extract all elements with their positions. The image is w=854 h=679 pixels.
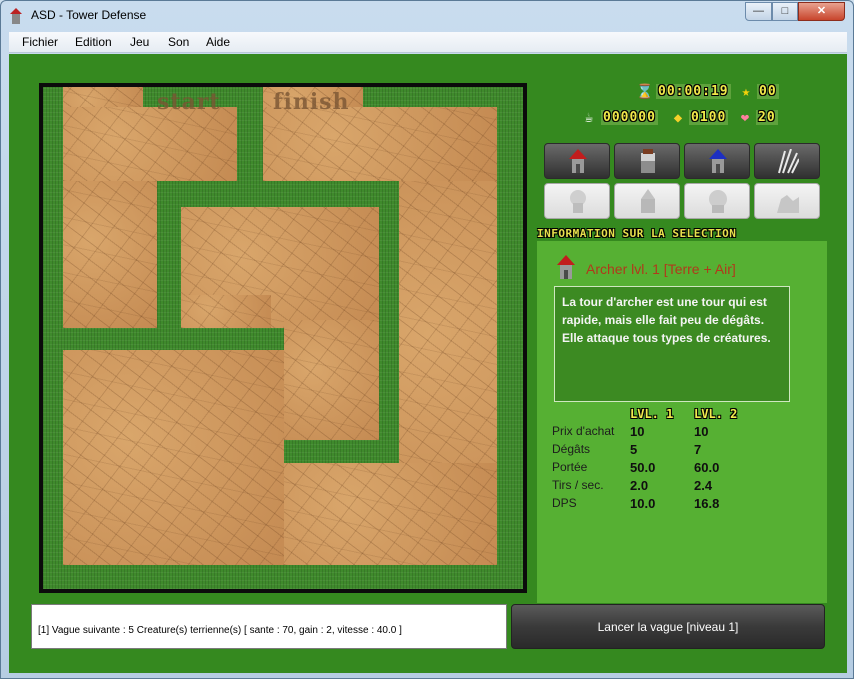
stat-row-rate: Tirs / sec. 2.0 2.4	[552, 478, 772, 496]
stat-value-lvl2: 60.0	[694, 460, 720, 475]
stat-value-lvl1: 50.0	[630, 460, 656, 475]
locked-tower-icon	[570, 190, 586, 213]
info-header: INFORMATION SUR LA SELECTION	[537, 227, 737, 240]
stat-value-lvl1: 10.0	[630, 496, 656, 511]
cannon-tower-button[interactable]	[614, 143, 680, 179]
selection-info-panel: Archer lvl. 1 [Terre + Air] La tour d'ar…	[537, 241, 827, 603]
hourglass-icon: ⌛	[636, 84, 654, 100]
window-title: ASD - Tower Defense	[31, 8, 147, 22]
heart-icon: ❤	[740, 110, 750, 126]
stat-value-lvl2: 7	[694, 442, 702, 457]
path-segment	[263, 107, 497, 181]
start-label: start	[157, 89, 221, 115]
path-segment	[63, 181, 157, 328]
archer-tower-icon	[557, 255, 575, 279]
maximize-button[interactable]: □	[772, 2, 798, 21]
game-area: start finish ⌛ 00:00:19 ★ 00 ☕ 000000 ◆ …	[9, 54, 847, 673]
stat-value-lvl1: 2.0	[630, 478, 649, 493]
selection-description: La tour d'archer est une tour qui est ra…	[554, 286, 790, 402]
next-wave-info: [1] Vague suivante : 5 Creature(s) terri…	[31, 604, 507, 649]
stat-row-damage: Dégâts 5 7	[552, 442, 772, 460]
thorn-tower-button[interactable]	[754, 143, 820, 179]
stat-label: Tirs / sec.	[552, 478, 604, 492]
thorn-tower-icon	[778, 149, 799, 174]
locked-tower-icon	[709, 190, 727, 213]
score-value: 00	[757, 84, 779, 99]
hud-time-score: ⌛ 00:00:19 ★ 00	[634, 84, 794, 102]
stat-label: Dégâts	[552, 442, 591, 456]
stat-label: Prix d'achat	[552, 424, 615, 438]
map-grass: start finish	[43, 87, 523, 589]
stat-row-range: Portée 50.0 60.0	[552, 460, 772, 478]
title-bar[interactable]: ASD - Tower Defense — □ ✕	[1, 1, 853, 31]
locked-tower-icon	[777, 195, 799, 213]
lives-value: 20	[756, 110, 778, 125]
timer-value: 00:00:19	[656, 84, 731, 99]
menu-edition[interactable]: Edition	[75, 35, 112, 49]
locked-tower-icon	[641, 189, 655, 213]
stat-value-lvl2: 2.4	[694, 478, 713, 493]
star-icon: ★	[741, 84, 751, 100]
mage-tower-icon	[709, 149, 727, 173]
app-icon	[10, 8, 22, 24]
path-segment	[63, 350, 284, 565]
app-window: ASD - Tower Defense — □ ✕ Fichier Editio…	[0, 0, 854, 679]
stat-label: Portée	[552, 460, 588, 474]
cannon-tower-icon	[641, 149, 655, 173]
stat-value-lvl2: 10	[694, 424, 709, 439]
close-button[interactable]: ✕	[798, 2, 845, 21]
locked-tower-button-2[interactable]	[614, 183, 680, 219]
path-segment	[63, 107, 237, 181]
path-segment	[284, 463, 497, 565]
locked-tower-button-1[interactable]	[544, 183, 610, 219]
menu-aide[interactable]: Aide	[206, 35, 230, 49]
locked-tower-button-4[interactable]	[754, 183, 820, 219]
gold-value: 0100	[689, 110, 729, 125]
launch-wave-button[interactable]: Lancer la vague [niveau 1]	[511, 604, 825, 649]
game-map[interactable]: start finish	[39, 83, 527, 593]
stat-value-lvl1: 5	[630, 442, 638, 457]
hud-resources: ☕ 000000 ◆ 0100 ❤ 20	[579, 110, 799, 128]
level-1-header: LVL. 1	[630, 407, 674, 421]
gold-icon: ◆	[673, 110, 683, 126]
stat-label: DPS	[552, 496, 577, 510]
minimize-button[interactable]: —	[745, 2, 772, 21]
stat-value-lvl2: 16.8	[694, 496, 720, 511]
menu-jeu[interactable]: Jeu	[130, 35, 149, 49]
path-segment	[284, 320, 379, 440]
finish-label: finish	[273, 89, 350, 115]
selection-name: Archer lvl. 1 [Terre + Air]	[586, 261, 736, 277]
archer-tower-icon	[569, 149, 587, 173]
stat-row-dps: DPS 10.0 16.8	[552, 496, 772, 514]
level-2-header: LVL. 2	[694, 407, 738, 421]
locked-tower-button-3[interactable]	[684, 183, 750, 219]
coin-stack-icon: ☕	[584, 110, 594, 126]
menu-fichier[interactable]: Fichier	[22, 35, 58, 49]
stat-row-price: Prix d'achat 10 10	[552, 424, 772, 442]
coins-value: 000000	[601, 110, 658, 125]
archer-tower-button[interactable]	[544, 143, 610, 179]
stat-value-lvl1: 10	[630, 424, 645, 439]
menu-bar: Fichier Edition Jeu Son Aide	[9, 32, 847, 53]
path-segment	[181, 295, 271, 328]
mage-tower-button[interactable]	[684, 143, 750, 179]
menu-son[interactable]: Son	[168, 35, 189, 49]
